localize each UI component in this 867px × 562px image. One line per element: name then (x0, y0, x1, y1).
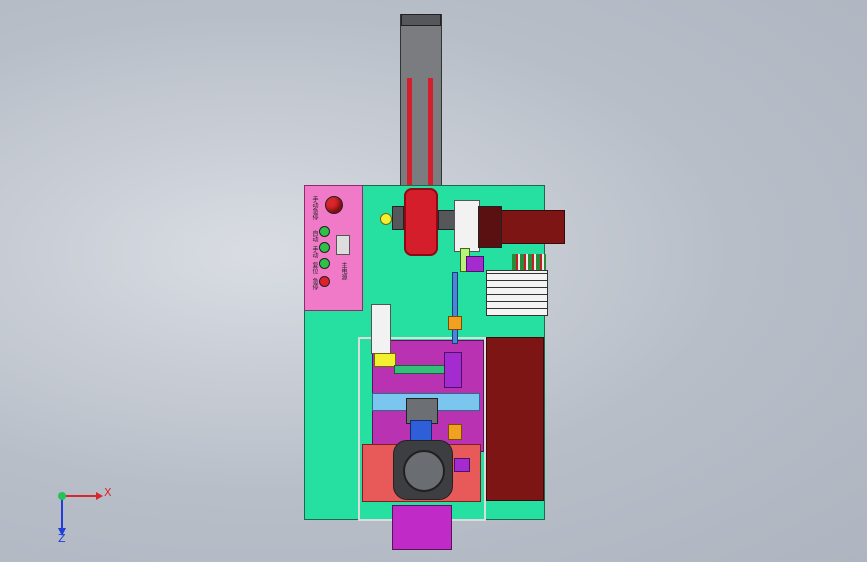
panel-lamp-red[interactable] (319, 276, 330, 287)
terminal-block (486, 270, 548, 316)
cylinder-left-cap (374, 353, 396, 367)
view-triad[interactable]: X Z (48, 484, 118, 546)
orange-coupler-top (448, 316, 462, 330)
drive-wheel[interactable] (404, 188, 438, 256)
control-panel[interactable]: 手动急停 自动 手动 复位 急停 主电源 (304, 185, 363, 311)
panel-lamp-green-2[interactable] (319, 242, 330, 253)
chuck-face (403, 450, 445, 492)
column-cap (401, 14, 441, 26)
panel-lamp-green-1[interactable] (319, 226, 330, 237)
terminal-connectors (512, 254, 546, 270)
panel-button-label-3: 复位 (311, 262, 318, 274)
motor-coupling (454, 200, 480, 252)
cylinder-left (371, 304, 391, 354)
bottom-extension (392, 505, 452, 550)
triad-x-label: X (104, 486, 112, 499)
orange-coupler-bottom (448, 424, 462, 440)
panel-display (336, 235, 350, 255)
clamp-blue (410, 420, 432, 442)
panel-button-label-1: 自动 (311, 230, 318, 242)
slide-block (444, 352, 462, 388)
panel-side-label: 主电源 (340, 262, 347, 280)
emergency-stop-button[interactable] (325, 196, 343, 214)
sensor-yellow-left (380, 213, 392, 225)
chuck-valve (454, 458, 470, 472)
panel-button-label-4: 急停 (311, 278, 318, 290)
panel-button-label-2: 手动 (311, 246, 318, 258)
green-rod (394, 365, 450, 374)
motor-flange (478, 206, 502, 248)
panel-top-label: 手动急停 (311, 196, 318, 220)
electrical-cabinet[interactable] (486, 337, 544, 501)
panel-lamp-green-3[interactable] (319, 258, 330, 269)
cad-viewport[interactable]: 手动急停 自动 手动 复位 急停 主电源 X Z (0, 0, 867, 562)
wheel-mount-left (392, 206, 404, 230)
triad-z-label: Z (58, 532, 66, 545)
blue-rod-vertical (452, 272, 458, 344)
motor-bracket (466, 256, 484, 272)
